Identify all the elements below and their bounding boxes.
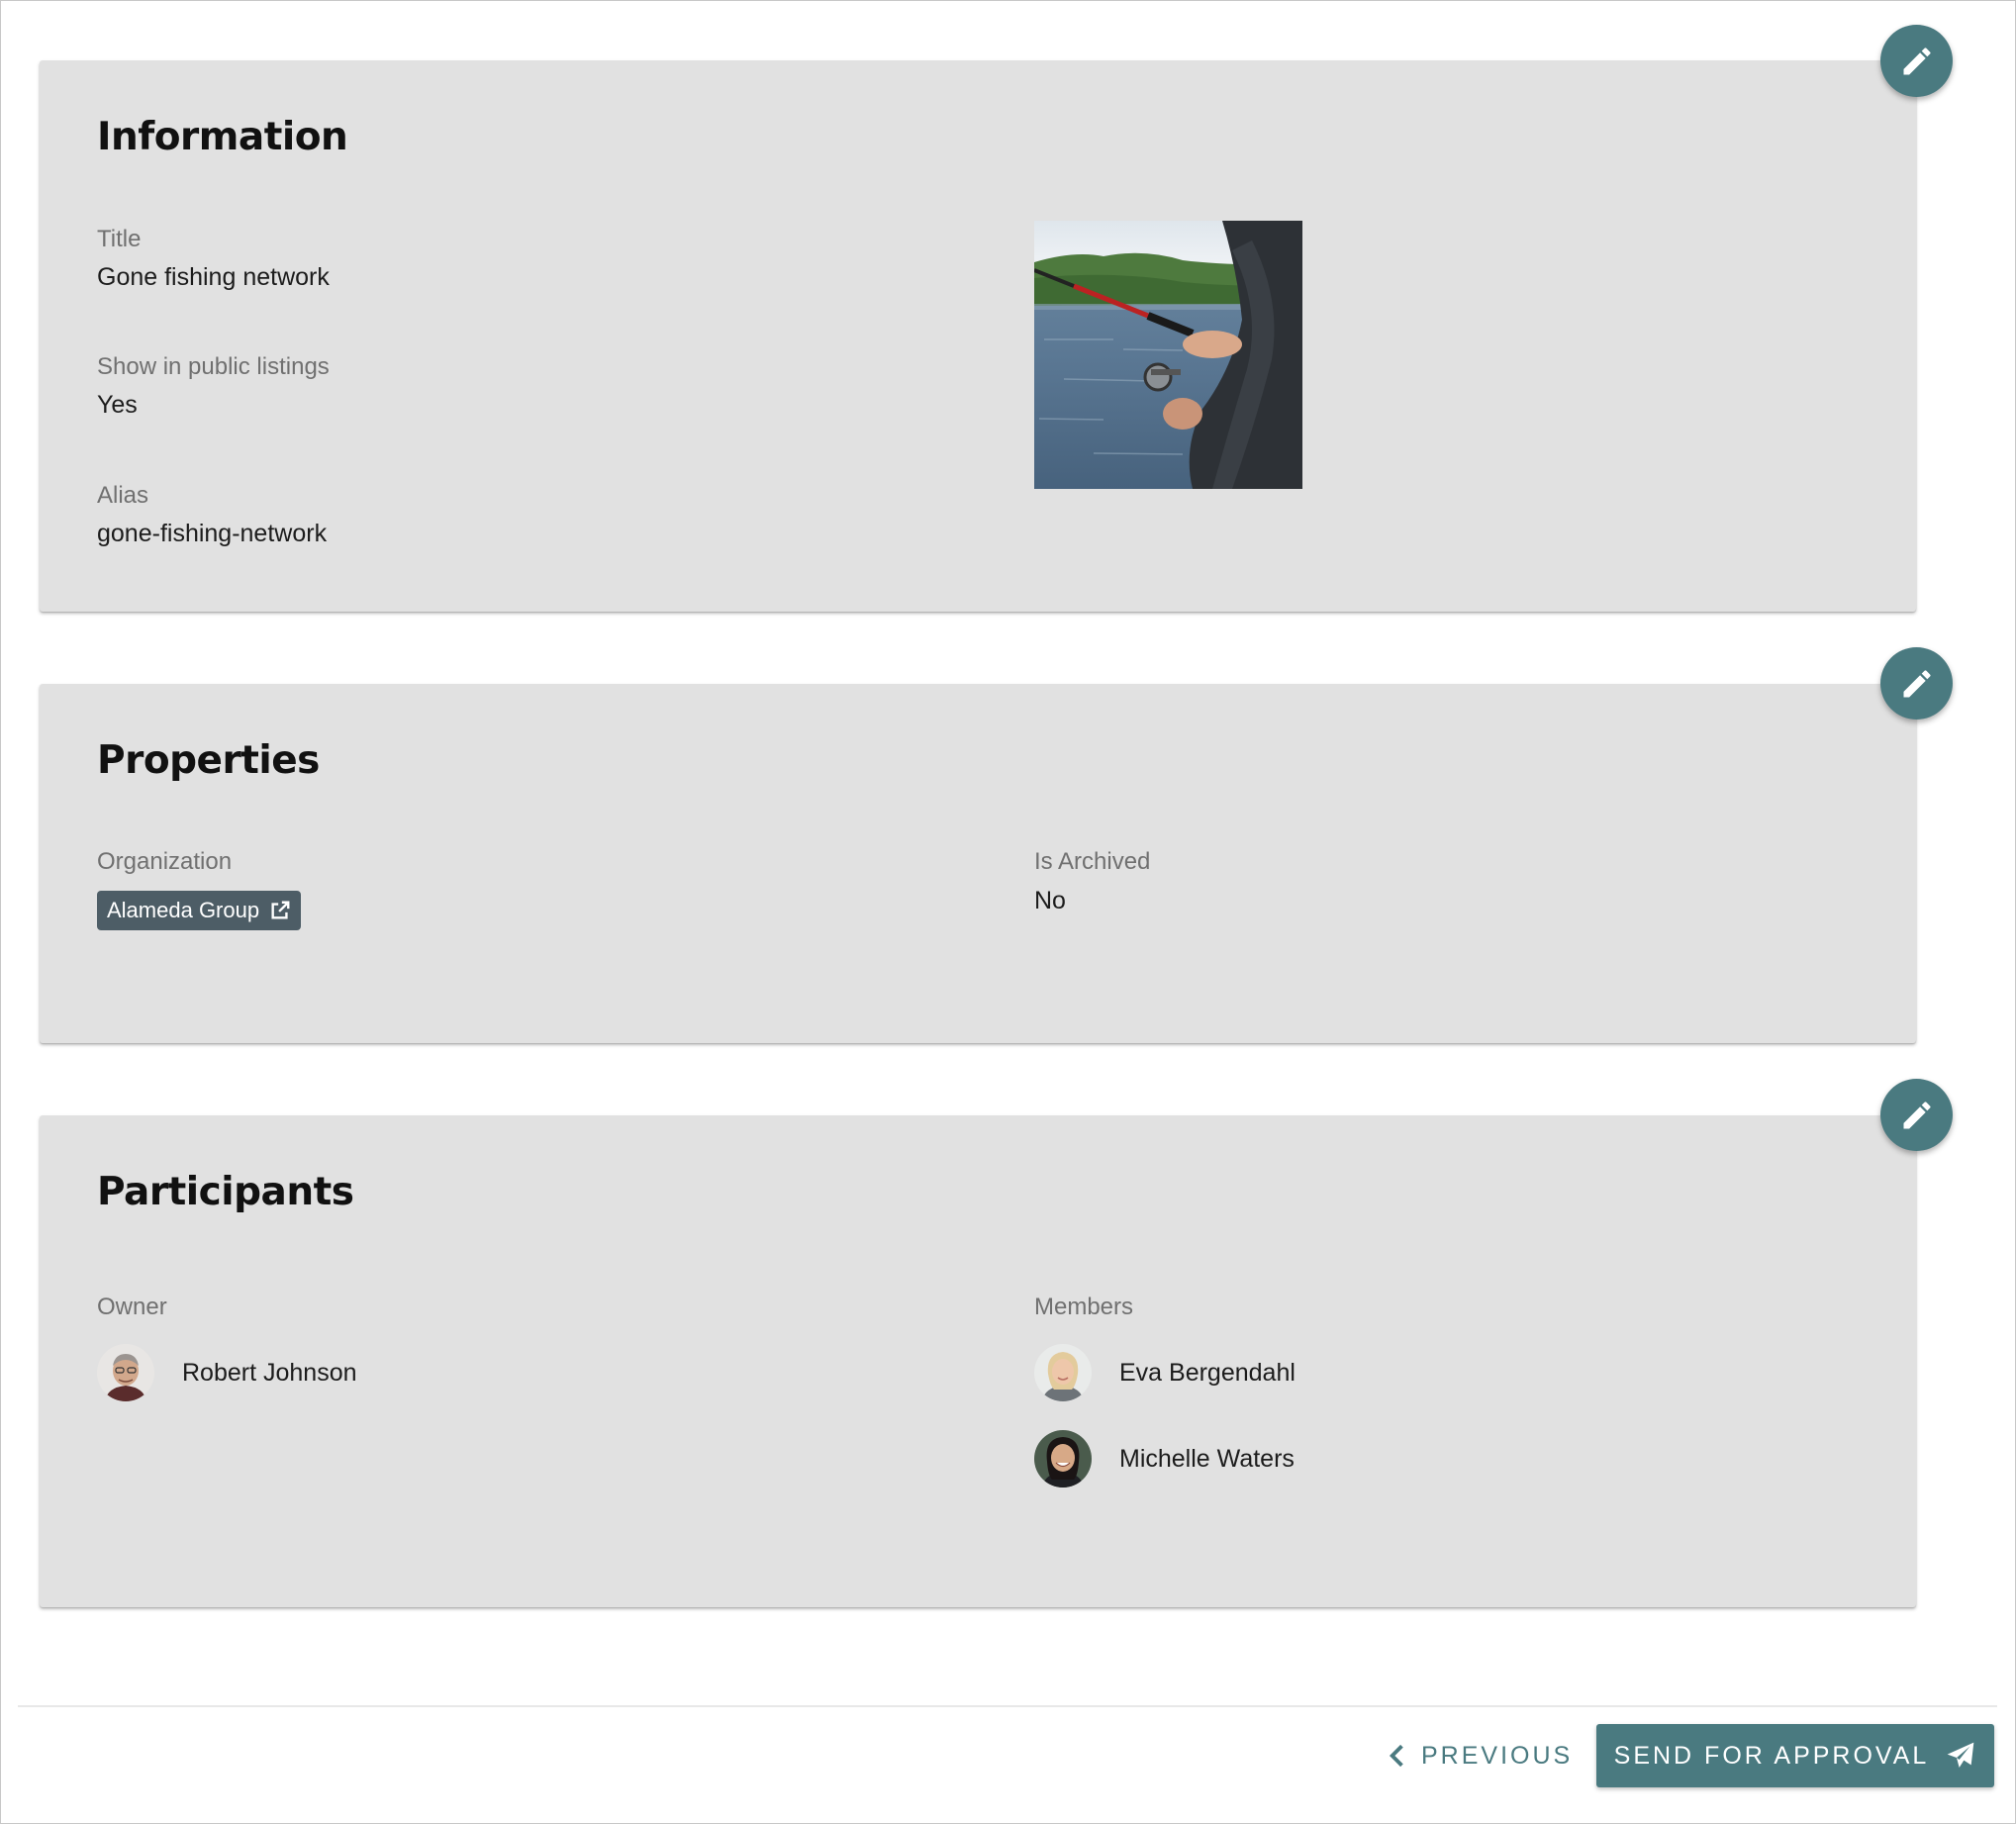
member-name: Michelle Waters [1119,1444,1295,1473]
send-for-approval-button[interactable]: SEND FOR APPROVAL [1596,1724,1994,1787]
edit-properties-button[interactable] [1880,647,1953,720]
alias-value: gone-fishing-network [97,520,328,547]
public-listings-value: Yes [97,391,138,419]
properties-card: Properties Organization Alameda Group Is… [40,684,1916,1043]
pencil-icon [1903,1101,1931,1128]
footer-divider [18,1705,1997,1707]
member-item[interactable]: Michelle Waters [1034,1430,1295,1488]
eva-bergendahl-avatar [1034,1344,1092,1401]
fishing-photo [1034,221,1302,489]
robert-johnson-avatar [97,1344,154,1401]
is-archived-value: No [1034,887,1066,914]
public-listings-label: Show in public listings [97,353,330,380]
pencil-icon [1903,47,1931,74]
members-label: Members [1034,1294,1134,1320]
information-title: Information [97,115,348,159]
alias-label: Alias [97,482,149,509]
send-label: SEND FOR APPROVAL [1613,1741,1930,1770]
owner-label: Owner [97,1294,167,1320]
organization-label: Organization [97,848,233,875]
member-item[interactable]: Eva Bergendahl [1034,1344,1296,1401]
participants-card: Participants Owner Robert Johnson Member… [40,1115,1916,1607]
organization-name: Alameda Group [107,898,260,922]
michelle-waters-avatar [1034,1430,1092,1488]
pencil-icon [1903,669,1931,697]
external-link-icon [271,901,290,919]
organization-link[interactable]: Alameda Group [97,891,302,930]
properties-title: Properties [97,738,320,783]
owner-name: Robert Johnson [182,1358,357,1387]
previous-label: PREVIOUS [1421,1741,1574,1770]
title-value: Gone fishing network [97,263,330,291]
title-label: Title [97,226,142,252]
participants-title: Participants [97,1170,354,1214]
edit-information-button[interactable] [1880,25,1953,97]
information-card: Information Title Gone fishing network S… [40,60,1916,612]
paper-plane-icon [1947,1742,1974,1768]
chevron-left-icon [1389,1744,1403,1768]
edit-participants-button[interactable] [1880,1079,1953,1151]
previous-button[interactable]: PREVIOUS [1382,1724,1577,1787]
member-name: Eva Bergendahl [1119,1358,1296,1387]
is-archived-label: Is Archived [1034,848,1151,875]
owner-person[interactable]: Robert Johnson [97,1344,357,1401]
